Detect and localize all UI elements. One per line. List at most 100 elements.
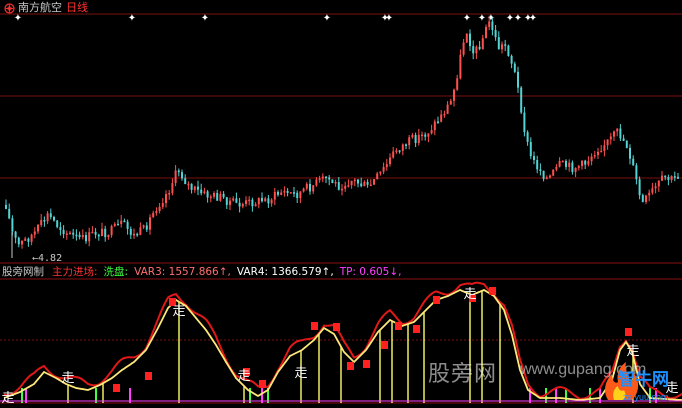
candle-body: [104, 228, 107, 238]
candle-body: [309, 183, 311, 192]
candle-body: [430, 130, 433, 134]
candle-body: [437, 121, 439, 123]
candle-body: [293, 192, 295, 194]
candle-body: [17, 237, 20, 245]
candle-body: [366, 181, 369, 185]
candle-body: [443, 113, 446, 116]
indicator-item-var3: VAR3: 1557.866↑,: [134, 266, 231, 278]
indicator-item-shakeout: 洗盘:: [103, 266, 129, 278]
candle-body: [165, 194, 167, 204]
candle-body: [168, 193, 171, 195]
candle-body: [459, 54, 462, 79]
kline-chart[interactable]: ✦ ✦ ✦ ✦ ✦✦ ✦ ✦ ✦ ✦ ✦ ✦✦ 走走走 走走走走走: [0, 0, 682, 408]
candle-body: [69, 232, 71, 235]
candle-body: [222, 193, 225, 198]
candle-body: [641, 195, 644, 202]
candle-body: [350, 180, 353, 186]
go-marker-label: 走: [237, 369, 250, 384]
candle-body: [97, 234, 100, 237]
chart-title: 南方航空 日线: [4, 1, 88, 15]
candle-body: [657, 180, 660, 187]
candle-body: [616, 128, 619, 132]
candle-body: [481, 38, 484, 50]
entry-marker: [363, 360, 370, 368]
candle-body: [664, 175, 667, 178]
go-marker-label: 走: [172, 304, 185, 319]
candle-body: [203, 191, 206, 194]
candle-body: [597, 151, 599, 156]
candle-body: [117, 223, 119, 226]
candle-body: [200, 189, 203, 194]
star-marker: ✦: [529, 13, 537, 24]
candle-body: [107, 235, 110, 237]
candle-body: [155, 211, 158, 213]
candle-body: [526, 132, 529, 142]
candle-body: [491, 21, 494, 30]
candle-body: [56, 220, 59, 228]
entry-marker: [311, 322, 318, 330]
candle-body: [248, 199, 251, 202]
candle-body: [264, 198, 267, 202]
candle-body: [126, 221, 129, 229]
candle-body: [622, 138, 625, 141]
candle-body: [193, 186, 196, 190]
candle-body: [219, 193, 222, 201]
candle-body: [533, 156, 535, 160]
candle-body: [542, 170, 545, 179]
candle-body: [337, 182, 340, 190]
entry-marker: [489, 287, 496, 295]
chart-period[interactable]: 日线: [66, 1, 88, 15]
candle-body: [318, 178, 321, 181]
candle-body: [593, 155, 596, 157]
candle-body: [37, 225, 39, 232]
candle-body: [206, 191, 209, 198]
candle-body: [197, 186, 199, 190]
candle-body: [376, 173, 379, 180]
entry-marker: [413, 325, 420, 333]
candle-body: [539, 169, 542, 171]
candle-body: [568, 162, 571, 167]
candle-body: [334, 182, 337, 184]
low-price-label: ←4.82: [32, 253, 63, 264]
star-marker: ✦: [385, 13, 393, 24]
candle-body: [520, 87, 523, 113]
candle-body: [27, 238, 30, 242]
price-candles: [5, 15, 679, 258]
indicator-name[interactable]: 股旁网制: [2, 265, 44, 279]
candle-body: [43, 220, 46, 222]
candle-body: [635, 165, 638, 180]
star-marker: ✦: [323, 13, 331, 24]
var4-line: [3, 288, 682, 401]
star-marker: ✦: [478, 13, 486, 24]
candle-body: [267, 198, 270, 204]
candle-body: [251, 199, 254, 207]
candle-body: [488, 21, 491, 27]
candle-body: [190, 183, 193, 190]
candle-body: [145, 225, 148, 230]
candle-body: [577, 166, 580, 168]
candle-body: [373, 179, 375, 185]
candle-body: [5, 205, 7, 209]
candle-body: [344, 185, 347, 189]
entry-marker: [433, 296, 440, 304]
candle-body: [417, 134, 420, 143]
candle-body: [216, 193, 219, 201]
candle-body: [101, 228, 103, 236]
candle-body: [654, 186, 657, 189]
candle-body: [213, 193, 215, 197]
candle-body: [651, 188, 654, 193]
candle-body: [389, 157, 391, 165]
candle-body: [75, 234, 78, 237]
entry-marker: [347, 362, 354, 370]
candle-body: [549, 175, 551, 178]
candle-body: [584, 160, 587, 165]
entry-marker: [113, 384, 120, 392]
candle-body: [62, 230, 65, 234]
candle-body: [321, 176, 324, 179]
entry-marker: [333, 323, 340, 331]
candle-body: [638, 179, 641, 196]
candle-body: [245, 200, 247, 204]
candle-body: [667, 177, 670, 180]
entry-marker: [259, 380, 266, 388]
candle-body: [558, 161, 561, 167]
